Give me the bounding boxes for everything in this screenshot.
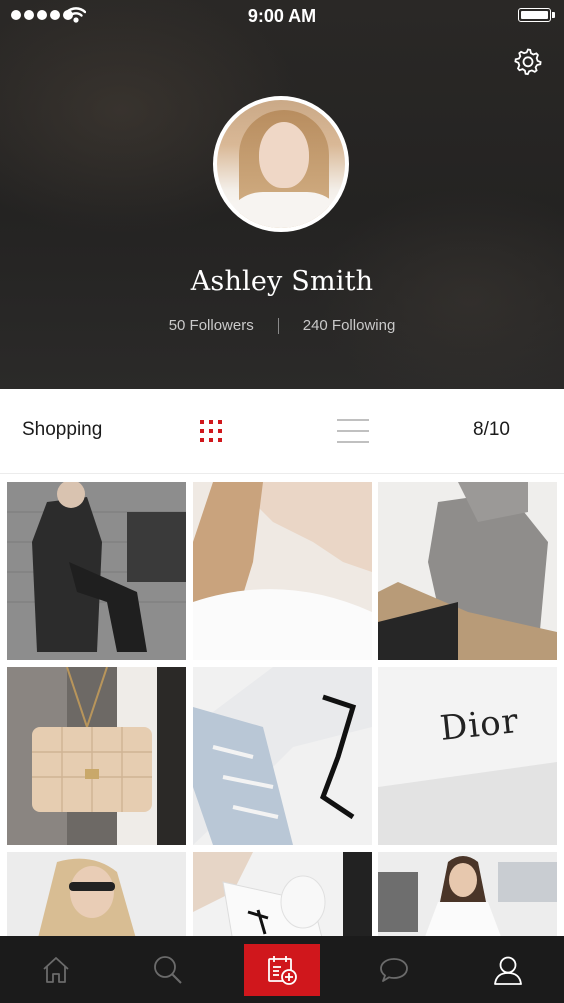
tab-add[interactable]: [244, 936, 320, 1003]
add-post-button[interactable]: [244, 943, 320, 996]
profile-header: 9:00 AM Ashley Smith 50 Followers 240 Fo…: [0, 0, 564, 389]
calendar-add-icon: [268, 955, 297, 985]
photo-tile[interactable]: [193, 482, 372, 660]
tab-home[interactable]: [26, 936, 86, 1003]
followers-count[interactable]: 50 Followers: [169, 317, 254, 334]
tab-search[interactable]: [138, 936, 198, 1003]
collection-toolbar: Shopping 8/10: [0, 389, 564, 474]
list-icon[interactable]: [337, 419, 369, 443]
photo-tile[interactable]: [378, 852, 557, 936]
stats-divider: [277, 317, 279, 334]
section-title: Shopping: [22, 419, 103, 440]
search-icon: [154, 955, 182, 984]
profile-stats: 50 Followers 240 Following: [0, 317, 564, 334]
photo-tile[interactable]: [7, 667, 186, 845]
status-time: 9:00 AM: [247, 6, 317, 26]
photo-grid: Dior: [7, 482, 557, 936]
status-bar: 9:00 AM: [0, 0, 564, 32]
profile-name: Ashley Smith: [190, 266, 374, 297]
battery-icon: [518, 8, 555, 22]
photo-tile[interactable]: [7, 482, 186, 660]
gear-icon[interactable]: [513, 46, 543, 76]
grid-icon[interactable]: [199, 419, 223, 443]
dior-text: Dior: [438, 700, 521, 750]
home-icon: [43, 956, 69, 983]
following-count[interactable]: 240 Following: [303, 317, 396, 334]
tab-messages[interactable]: [364, 936, 424, 1003]
tab-profile[interactable]: [478, 936, 538, 1003]
photo-tile[interactable]: [378, 482, 557, 660]
photo-tile[interactable]: [193, 667, 372, 845]
bottom-tab-bar: [0, 936, 564, 1003]
user-icon: [494, 956, 522, 985]
photo-tile[interactable]: [7, 852, 186, 936]
photo-tile[interactable]: [193, 852, 372, 936]
chat-bubble-icon: [380, 957, 408, 982]
avatar[interactable]: [213, 96, 349, 232]
photo-tile[interactable]: Dior: [378, 667, 557, 845]
page-count: 8/10: [473, 419, 510, 440]
